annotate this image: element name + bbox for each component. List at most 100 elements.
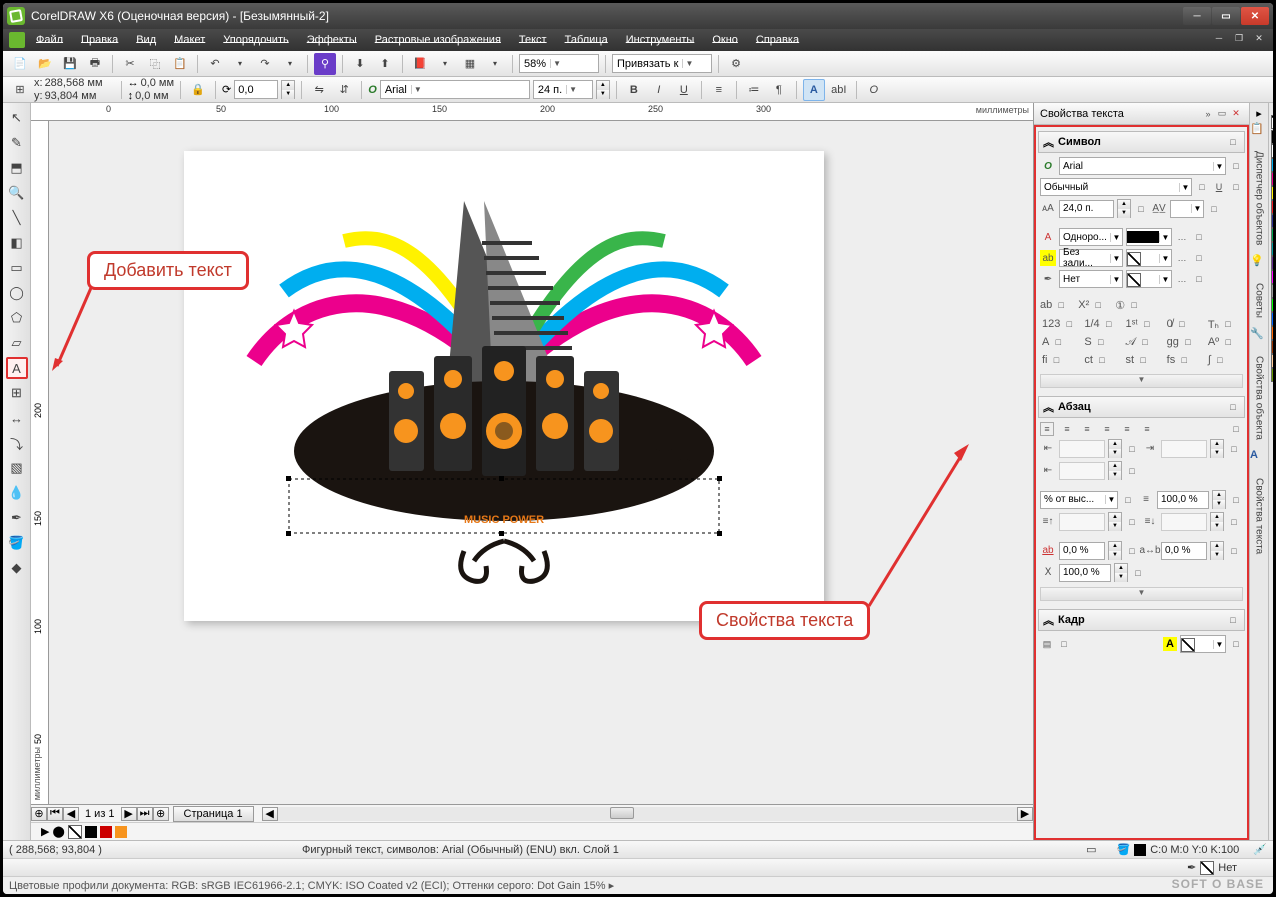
font-size-spinner[interactable]: ▲▼ <box>596 80 610 99</box>
add-page-after-button[interactable]: ⊕ <box>153 807 169 821</box>
effects-tool[interactable]: ▧ <box>6 457 28 479</box>
opt-lf[interactable]: ∫ <box>1208 354 1211 366</box>
opt-ord[interactable]: 1ˢᵗ <box>1126 318 1138 330</box>
search-content-button[interactable]: ⚲ <box>314 53 336 75</box>
menu-help[interactable]: Справка <box>749 31 806 49</box>
line-spacing-input[interactable]: 100,0 % <box>1157 491 1209 509</box>
arrow-icon[interactable]: ▸ <box>1256 107 1262 120</box>
palette-swatch[interactable] <box>1271 186 1274 200</box>
underline-button[interactable]: U <box>673 79 695 101</box>
opt-ao[interactable]: Aº <box>1208 336 1219 348</box>
options-button[interactable]: ⚙ <box>725 53 747 75</box>
palette-swatch[interactable] <box>1271 200 1274 214</box>
fill-color-combo[interactable]: ▼ <box>1126 228 1172 246</box>
palette-swatch[interactable] <box>1271 228 1274 242</box>
basic-shapes-tool[interactable]: ▱ <box>6 332 28 354</box>
first-page-button[interactable]: ⏮ <box>47 807 63 821</box>
opt-s[interactable]: S <box>1084 336 1091 348</box>
zoom-tool[interactable]: 🔍 <box>6 182 28 204</box>
ellipse-tool[interactable]: ◯ <box>6 282 28 304</box>
char-format-button[interactable]: A <box>803 79 825 101</box>
symbol-expand[interactable]: ▼ <box>1040 374 1243 388</box>
palette-swatch[interactable] <box>1271 214 1274 228</box>
menu-table[interactable]: Таблица <box>558 31 615 49</box>
dimension-tool[interactable]: ↔ <box>6 407 28 429</box>
docker-kern-combo[interactable]: ▼ <box>1170 200 1204 218</box>
palette-swatch[interactable] <box>1271 354 1274 368</box>
red-swatch[interactable] <box>100 826 112 838</box>
size-spinner[interactable]: ▲▼ <box>1117 199 1131 218</box>
outline-swatch-icon[interactable]: ✒ <box>1187 861 1196 874</box>
palette-swatch[interactable] <box>1271 298 1274 312</box>
object-origin-icon[interactable]: ⊞ <box>9 79 31 101</box>
tablet-icon[interactable]: ▭ <box>1086 843 1096 856</box>
palette-swatch[interactable] <box>1271 312 1274 326</box>
last-page-button[interactable]: ⏭ <box>137 807 153 821</box>
palette-swatch[interactable] <box>1271 172 1274 186</box>
tab-obj-manager[interactable]: Диспетчер объектов <box>1251 144 1268 252</box>
outline-type-combo[interactable]: Нет▼ <box>1059 270 1123 288</box>
h-scrollbar[interactable]: ◀▶ <box>262 807 1033 821</box>
connector-tool[interactable]: ⤵ <box>6 432 28 454</box>
align-force-button[interactable]: ≡ <box>1140 422 1154 436</box>
cut-button[interactable]: ✂ <box>119 53 141 75</box>
char-spacing-input[interactable]: 0,0 % <box>1059 542 1105 560</box>
mirror-v-button[interactable]: ⇵ <box>333 79 355 101</box>
import-button[interactable]: ⬇ <box>349 53 371 75</box>
palette-swatch[interactable] <box>1271 326 1274 340</box>
opt-sup[interactable]: X² <box>1078 299 1089 311</box>
palette-swatch[interactable] <box>1271 284 1274 298</box>
opt-frac[interactable]: 1/4 <box>1084 318 1099 330</box>
text-props-tab-icon[interactable]: A <box>1250 449 1268 467</box>
menu-arrange[interactable]: Упорядочить <box>216 31 295 49</box>
align-none-button[interactable]: ≡ <box>1040 422 1054 436</box>
print-button[interactable]: 🖶 <box>84 53 106 75</box>
bg-type-combo[interactable]: Без зали...▼ <box>1059 249 1123 267</box>
palette-swatch[interactable] <box>1271 158 1274 172</box>
play-icon[interactable]: ▶ <box>41 825 49 838</box>
underline-toggle[interactable]: U <box>1212 180 1226 194</box>
rotation-input[interactable] <box>234 80 278 99</box>
redo-dropdown[interactable]: ▾ <box>279 53 301 75</box>
stop-icon[interactable]: ⬤ <box>52 825 64 838</box>
opt-kern[interactable]: ab <box>1040 299 1052 311</box>
docker-style-combo[interactable]: Обычный▼ <box>1040 178 1192 196</box>
publish-pdf-button[interactable]: 📕 <box>409 53 431 75</box>
mirror-h-button[interactable]: ⇋ <box>308 79 330 101</box>
frame-fill-combo[interactable]: ▼ <box>1180 635 1226 653</box>
export-button[interactable]: ⬆ <box>374 53 396 75</box>
columns-button[interactable]: ▤ <box>1040 637 1054 651</box>
paste-button[interactable]: 📋 <box>169 53 191 75</box>
palette-swatch[interactable] <box>1271 144 1274 158</box>
spacing-mode-combo[interactable]: % от выс...▼ <box>1040 491 1118 509</box>
docker-close-button[interactable]: ✕ <box>1229 107 1243 121</box>
align-right-button[interactable]: ≡ <box>1100 422 1114 436</box>
palette-swatch[interactable] <box>1271 256 1274 270</box>
menu-window[interactable]: Окно <box>705 31 745 49</box>
mdi-close-button[interactable]: ✕ <box>1251 33 1267 47</box>
close-button[interactable]: ✕ <box>1241 7 1269 25</box>
docker-collapse-button[interactable]: » <box>1201 107 1215 121</box>
opt-th[interactable]: Tₕ <box>1208 318 1219 331</box>
fill-type-combo[interactable]: Одноро...▼ <box>1059 228 1123 246</box>
lang-spacing-input[interactable]: 100,0 % <box>1059 564 1111 582</box>
undo-button[interactable]: ↶ <box>204 53 226 75</box>
eyedropper-tool[interactable]: 💧 <box>6 482 28 504</box>
app-launcher-button[interactable]: ▦ <box>459 53 481 75</box>
ruler-horizontal[interactable]: 0 50 100 150 200 250 300 миллиметры <box>31 103 1033 121</box>
copy-button[interactable]: ⿻ <box>144 53 166 75</box>
opt-st[interactable]: st <box>1126 354 1135 366</box>
menu-tools[interactable]: Инструменты <box>619 31 702 49</box>
palette-swatch[interactable] <box>1271 270 1274 284</box>
section-symbol[interactable]: ︽Символ□ <box>1038 131 1245 153</box>
italic-button[interactable]: I <box>648 79 670 101</box>
section-paragraph[interactable]: ︽Абзац□ <box>1038 396 1245 418</box>
nocolor-swatch[interactable] <box>68 825 82 839</box>
undo-dropdown[interactable]: ▾ <box>229 53 251 75</box>
align-left-button[interactable]: ≡ <box>1060 422 1074 436</box>
opt-sa[interactable]: 𝒜 <box>1126 336 1136 349</box>
launcher-dropdown[interactable]: ▾ <box>484 53 506 75</box>
docker-size-combo[interactable]: 24,0 п. <box>1059 200 1114 218</box>
opt-gg[interactable]: gg <box>1167 336 1179 348</box>
publish-dropdown[interactable]: ▾ <box>434 53 456 75</box>
